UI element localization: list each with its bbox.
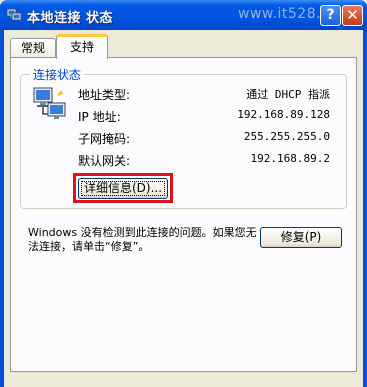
default-gateway-value: 192.168.89.2	[250, 152, 330, 165]
help-button[interactable]: ?	[320, 5, 341, 26]
network-connection-icon	[33, 87, 66, 119]
group-title: 连接状态	[30, 66, 85, 83]
diagnostic-message: Windows 没有检测到此连接的问题。如果您无法连接，请单击“修复”。	[28, 226, 257, 253]
address-type-value: 通过 DHCP 指派	[246, 88, 330, 101]
repair-button[interactable]: 修复(P)	[260, 227, 342, 248]
subnet-mask-value: 255.255.255.0	[243, 130, 330, 143]
address-type-label: 地址类型:	[78, 88, 131, 102]
title-bar[interactable]: 本地连接 状态 www.it528.com ? ✕	[0, 0, 367, 30]
ip-address-row: IP 地址: 192.168.89.128	[78, 108, 330, 126]
close-button[interactable]: ✕	[342, 5, 363, 26]
window-title: 本地连接 状态	[27, 11, 114, 26]
ip-address-value: 192.168.89.128	[237, 108, 330, 121]
tab-general[interactable]: 常规	[10, 38, 56, 58]
window-frame-right	[363, 30, 367, 387]
ip-address-label: IP 地址:	[78, 110, 121, 124]
address-type-row: 地址类型: 通过 DHCP 指派	[78, 86, 330, 104]
window-frame-left	[0, 30, 4, 387]
subnet-mask-row: 子网掩码: 255.255.255.0	[78, 130, 330, 148]
network-connection-icon	[6, 8, 22, 21]
default-gateway-row: 默认网关: 192.168.89.2	[78, 152, 330, 170]
default-gateway-label: 默认网关:	[78, 154, 131, 168]
tab-support[interactable]: 支持	[56, 34, 108, 59]
highlight-box	[73, 173, 173, 203]
subnet-mask-label: 子网掩码:	[78, 132, 131, 146]
